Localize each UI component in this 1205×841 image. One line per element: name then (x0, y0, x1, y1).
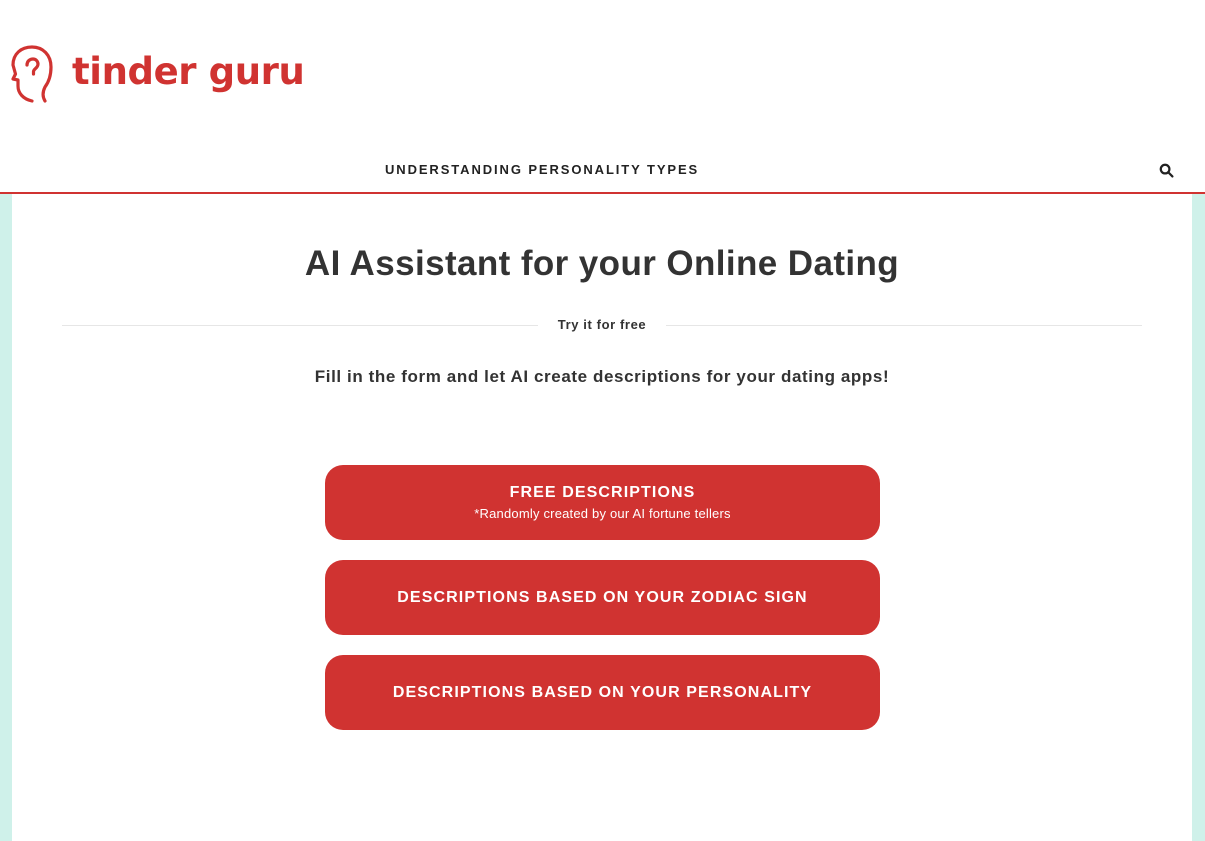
zodiac-descriptions-button[interactable]: DESCRIPTIONS BASED ON YOUR ZODIAC SIGN (325, 560, 880, 635)
brand-name: tinder guru (72, 49, 305, 93)
nav-item-personality-types[interactable]: UNDERSTANDING PERSONALITY TYPES (385, 162, 699, 177)
free-descriptions-label: FREE DESCRIPTIONS (509, 484, 696, 501)
divider-line-right (666, 325, 1142, 326)
head-profile-icon (11, 45, 53, 103)
try-free-divider: Try it for free (62, 315, 1142, 335)
personality-descriptions-label: DESCRIPTIONS BASED ON YOUR PERSONALITY (392, 683, 813, 701)
zodiac-descriptions-label: DESCRIPTIONS BASED ON YOUR ZODIAC SIGN (397, 588, 808, 606)
site-header: tinder guru UNDERSTANDING PERSONALITY TY… (0, 0, 1205, 194)
personality-descriptions-button[interactable]: DESCRIPTIONS BASED ON YOUR PERSONALITY (325, 655, 880, 730)
search-icon (1159, 163, 1174, 178)
intro-text: Fill in the form and let AI create descr… (314, 367, 890, 386)
free-descriptions-button[interactable]: FREE DESCRIPTIONS *Randomly created by o… (325, 465, 880, 540)
page-title: AI Assistant for your Online Dating (304, 244, 900, 283)
site-logo[interactable]: tinder guru (10, 44, 305, 104)
free-descriptions-sublabel: *Randomly created by our AI fortune tell… (474, 506, 731, 521)
search-button[interactable] (1159, 161, 1177, 179)
main-content: AI Assistant for your Online Dating Try … (12, 194, 1192, 841)
